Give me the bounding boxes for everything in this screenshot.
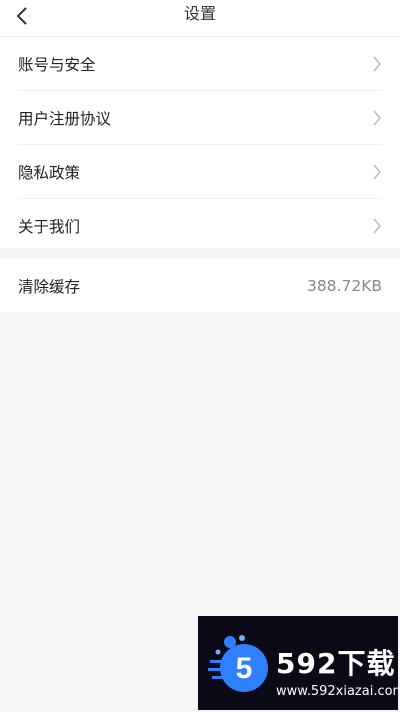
row-clear-cache[interactable]: 清除缓存 388.72KB: [18, 259, 382, 312]
cache-size-value: 388.72KB: [306, 276, 382, 295]
chevron-right-icon: [373, 109, 382, 126]
row-about-us[interactable]: 关于我们: [18, 199, 382, 252]
top-bar: 设置: [0, 0, 400, 37]
row-label: 账号与安全: [18, 55, 96, 74]
watermark: 5 592下载 www.592xiazai.com: [198, 616, 400, 710]
watermark-url: www.592xiazai.com: [276, 684, 400, 699]
watermark-digit: 5: [236, 652, 253, 685]
settings-group-cache: 清除缓存 388.72KB: [0, 259, 400, 312]
row-account-security[interactable]: 账号与安全: [18, 37, 382, 91]
row-privacy-policy[interactable]: 隐私政策: [18, 145, 382, 199]
row-label: 清除缓存: [18, 277, 81, 296]
watermark-logo-icon: 5: [208, 635, 268, 692]
chevron-right-icon: [373, 163, 382, 180]
row-user-agreement[interactable]: 用户注册协议: [18, 91, 382, 145]
chevron-right-icon: [373, 217, 382, 234]
row-label: 关于我们: [18, 217, 81, 236]
page-title: 设置: [183, 4, 216, 23]
row-label: 用户注册协议: [18, 109, 112, 128]
settings-group-main: 账号与安全 用户注册协议 隐私政策 关于我们: [0, 37, 400, 248]
chevron-right-icon: [373, 55, 382, 72]
watermark-title: 592下载: [276, 647, 396, 680]
row-label: 隐私政策: [18, 163, 81, 182]
